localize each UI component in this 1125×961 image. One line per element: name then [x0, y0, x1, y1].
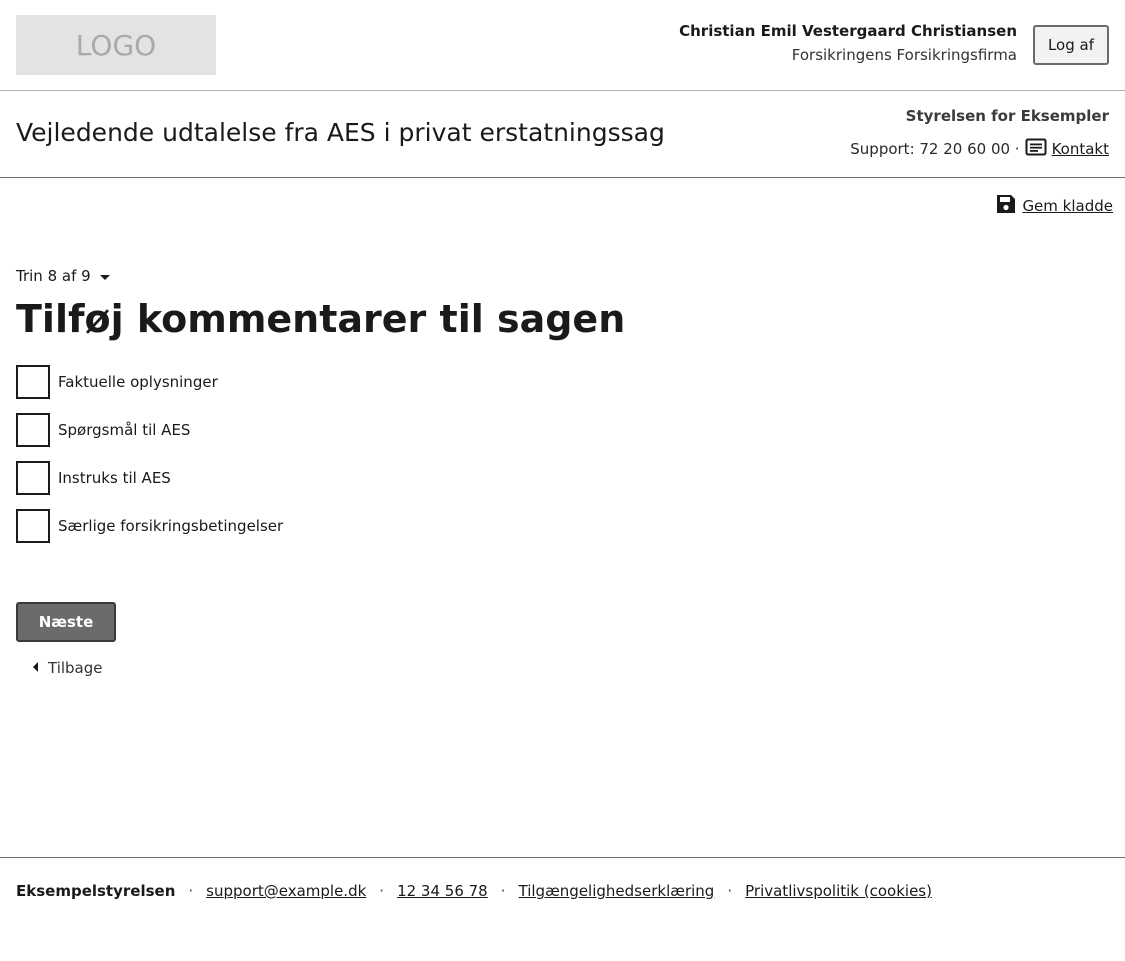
checkbox[interactable] [16, 461, 50, 495]
page-title: Vejledende udtalelse fra AES i privat er… [16, 118, 665, 147]
agency-name: Styrelsen for Eksempler [905, 107, 1109, 125]
save-draft-label: Gem kladde [1022, 197, 1113, 215]
save-draft-link[interactable]: Gem kladde [996, 194, 1113, 218]
user-organization: Forsikringens Forsikringsfirma [791, 46, 1017, 64]
separator: · [188, 882, 194, 900]
option-spoergsmaal-til-aes[interactable]: Spørgsmål til AES [16, 413, 283, 447]
footer: Eksempelstyrelsen · support@example.dk ·… [0, 857, 1125, 961]
step-label: Trin 8 af 9 [16, 267, 91, 285]
top-bar: LOGO Christian Emil Vestergaard Christia… [0, 0, 1125, 91]
checkbox-label: Spørgsmål til AES [58, 421, 191, 439]
next-button[interactable]: Næste [16, 602, 116, 642]
footer-privacy-link[interactable]: Privatlivspolitik (cookies) [745, 882, 932, 900]
user-info: Christian Emil Vestergaard Christiansen … [679, 21, 1017, 65]
checkbox[interactable] [16, 413, 50, 447]
chevron-down-icon [99, 267, 111, 285]
back-label: Tilbage [48, 659, 103, 677]
footer-email-link[interactable]: support@example.dk [206, 882, 366, 900]
footer-brand: Eksempelstyrelsen [16, 882, 176, 900]
contact-icon [1025, 138, 1047, 160]
footer-phone-link[interactable]: 12 34 56 78 [397, 882, 488, 900]
save-icon [996, 194, 1016, 218]
logo[interactable]: LOGO [16, 15, 216, 75]
step-indicator[interactable]: Trin 8 af 9 [16, 267, 111, 285]
support-info: Support: 72 20 60 00 · Kontakt [850, 138, 1109, 160]
separator: · [379, 882, 385, 900]
comment-options: Faktuelle oplysninger Spørgsmål til AES … [16, 365, 283, 557]
service-header: Vejledende udtalelse fra AES i privat er… [0, 91, 1125, 178]
footer-links: Eksempelstyrelsen · support@example.dk ·… [16, 882, 932, 900]
chevron-left-icon [32, 659, 40, 677]
checkbox-label: Faktuelle oplysninger [58, 373, 218, 391]
option-faktuelle-oplysninger[interactable]: Faktuelle oplysninger [16, 365, 283, 399]
option-instruks-til-aes[interactable]: Instruks til AES [16, 461, 283, 495]
support-phone: Support: 72 20 60 00 · [850, 140, 1020, 158]
checkbox[interactable] [16, 509, 50, 543]
contact-link[interactable]: Kontakt [1052, 140, 1109, 158]
separator: · [500, 882, 506, 900]
checkbox-label: Særlige forsikringsbetingelser [58, 517, 284, 535]
step-heading: Tilføj kommentarer til sagen [16, 297, 626, 341]
back-link[interactable]: Tilbage [32, 659, 103, 677]
user-name: Christian Emil Vestergaard Christiansen [679, 22, 1017, 40]
footer-accessibility-link[interactable]: Tilgængelighedserklæring [519, 882, 715, 900]
logout-button[interactable]: Log af [1033, 25, 1109, 65]
checkbox-label: Instruks til AES [58, 469, 171, 487]
option-saerlige-forsikringsbetingelser[interactable]: Særlige forsikringsbetingelser [16, 509, 283, 543]
checkbox[interactable] [16, 365, 50, 399]
separator: · [727, 882, 733, 900]
